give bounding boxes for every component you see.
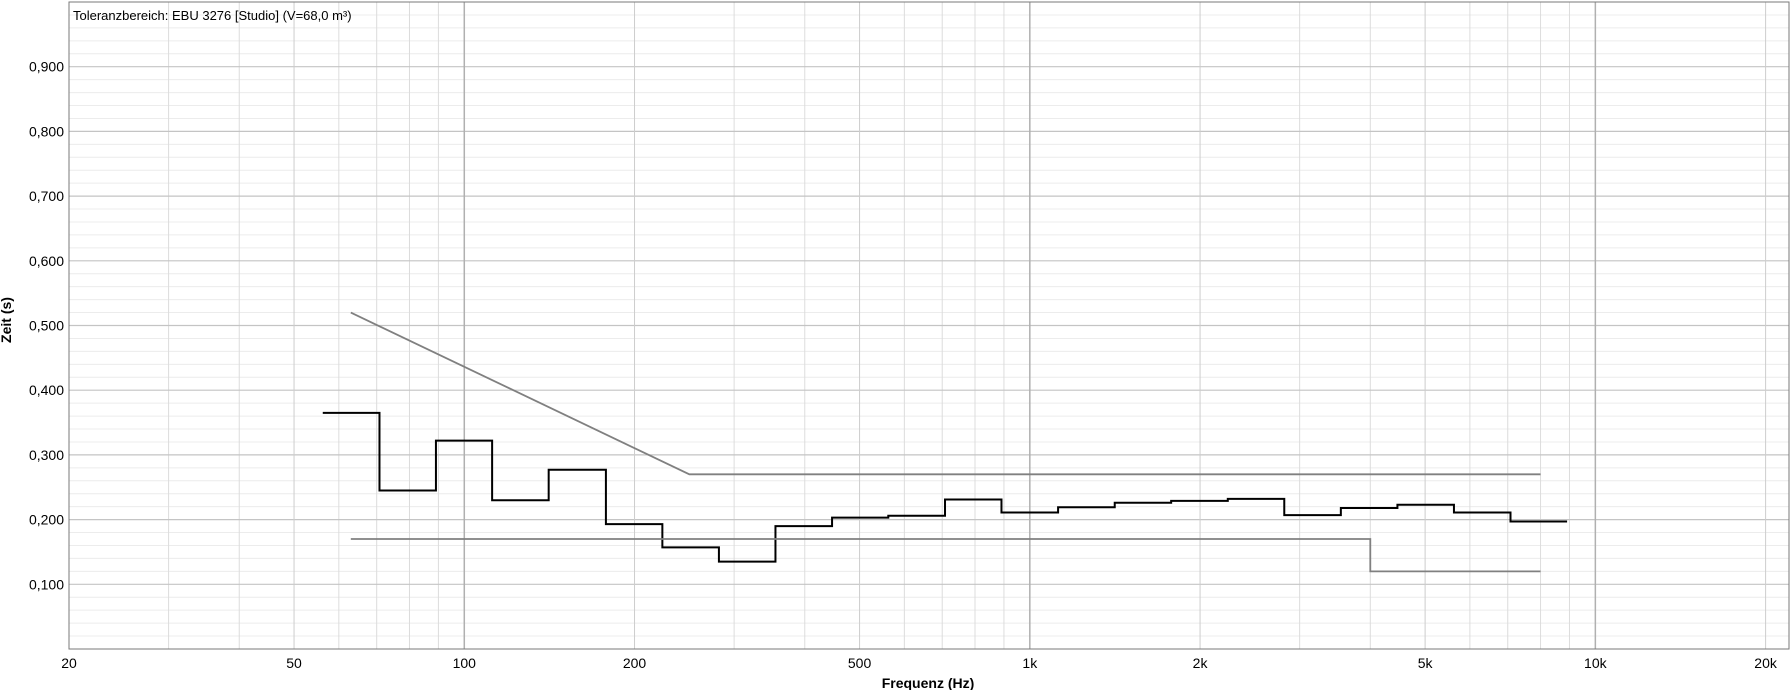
tolerance-line-2 [350, 538, 1541, 573]
x-tick-label: 20k [1754, 655, 1778, 671]
x-tick-label: 20 [61, 655, 77, 671]
y-tick-label: 0,300 [29, 447, 64, 463]
x-tick-label: 2k [1193, 655, 1209, 671]
y-axis: 0,100 0,200 0,300 0,400 0,500 0,600 0,700 0,800… [29, 59, 64, 593]
y-tick-label: 0,500 [29, 318, 64, 334]
tolerance-line-1 [350, 311, 1541, 476]
grid [69, 2, 1789, 649]
y-tick-label: 0,100 [29, 576, 64, 592]
x-tick-label: 200 [623, 655, 647, 671]
y-tick-label: 0,800 [29, 123, 64, 139]
chart-svg: 0,100 0,200 0,300 0,400 0,500 0,600 0,700 0,800… [0, 1, 1790, 690]
x-tick-label: 50 [286, 655, 302, 671]
y-tick-label: 0,600 [29, 253, 64, 269]
x-tick-label: 1k [1022, 655, 1038, 671]
x-tick-label: 10k [1584, 655, 1608, 671]
chart-title: Toleranzbereich: EBU 3276 [Studio] (V=68… [73, 8, 352, 23]
x-tick-label: 5k [1418, 655, 1434, 671]
x-tick-label: 100 [453, 655, 477, 671]
y-tick-label: 0,900 [29, 59, 64, 75]
x-axis-label: Frequenz (Hz) [882, 675, 975, 690]
x-tick-label: 500 [848, 655, 872, 671]
x-axis: 20 50 100 200 500 1k 2k 5k 10k 20k [61, 655, 1778, 671]
y-axis-label: Zeit (s) [0, 297, 14, 343]
y-tick-label: 0,400 [29, 382, 64, 398]
y-tick-label: 0,700 [29, 188, 64, 204]
chart: 0,100 0,200 0,300 0,400 0,500 0,600 0,700 0,800… [0, 0, 1792, 690]
y-tick-label: 0,200 [29, 512, 64, 528]
